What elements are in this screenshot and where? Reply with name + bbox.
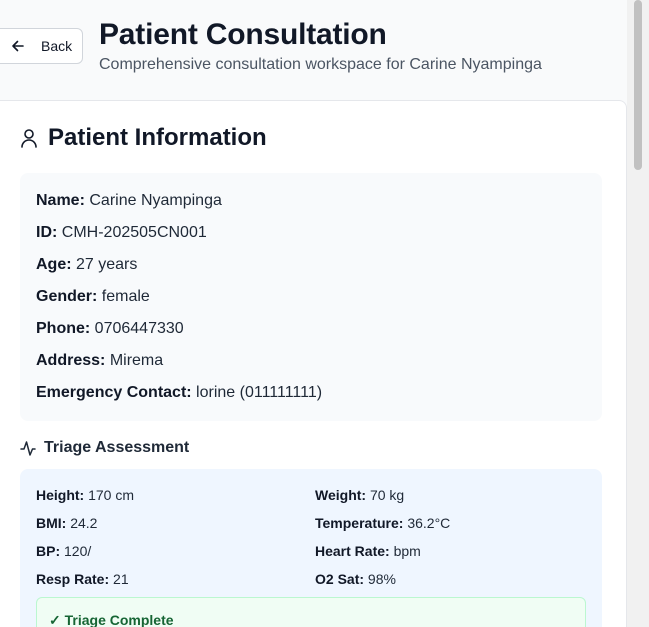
triage-box: Height: 170 cm Weight: 70 kg BMI: 24.2 T… [20, 469, 602, 627]
back-button-label: Back [41, 38, 73, 54]
patient-info-heading: Patient Information [20, 124, 267, 152]
scrollbar-thumb[interactable] [634, 0, 642, 170]
triage-title: Triage Assessment [44, 439, 190, 456]
triage-weight: Weight: 70 kg [315, 487, 405, 503]
info-row-emergency-contact: Emergency Contact: lorine (011111111) [36, 384, 323, 401]
patient-info-title: Patient Information [48, 124, 267, 151]
triage-temperature: Temperature: 36.2°C [315, 515, 451, 531]
info-row-gender: Gender: female [36, 288, 150, 305]
triage-heading: Triage Assessment [20, 439, 189, 457]
info-row-age: Age: 27 years [36, 256, 138, 273]
page-header: Back Patient Consultation Comprehensive … [0, 0, 627, 100]
activity-icon [20, 441, 36, 456]
triage-bmi: BMI: 24.2 [36, 515, 98, 531]
page-title: Patient Consultation [99, 18, 387, 51]
triage-complete-status: ✓ Triage Complete [49, 612, 174, 627]
back-button[interactable]: Back [0, 28, 83, 64]
arrow-left-icon [12, 40, 24, 52]
patient-info-box: Name: Carine Nyampinga ID: CMH-202505CN0… [20, 173, 602, 421]
user-icon [21, 129, 37, 148]
info-row-phone: Phone: 0706447330 [36, 320, 184, 337]
info-row-name: Name: Carine Nyampinga [36, 192, 222, 209]
page-scrollbar[interactable] [627, 0, 649, 627]
triage-resp-rate: Resp Rate: 21 [36, 571, 129, 587]
info-row-id: ID: CMH-202505CN001 [36, 224, 207, 241]
triage-height: Height: 170 cm [36, 487, 135, 503]
triage-complete-banner: ✓ Triage Complete [36, 597, 586, 627]
triage-heart-rate: Heart Rate: bpm [315, 543, 421, 559]
page-subtitle: Comprehensive consultation workspace for… [99, 56, 542, 73]
info-row-address: Address: Mirema [36, 352, 164, 369]
triage-o2-sat: O2 Sat: 98% [315, 571, 396, 587]
triage-bp: BP: 120/ [36, 543, 92, 559]
